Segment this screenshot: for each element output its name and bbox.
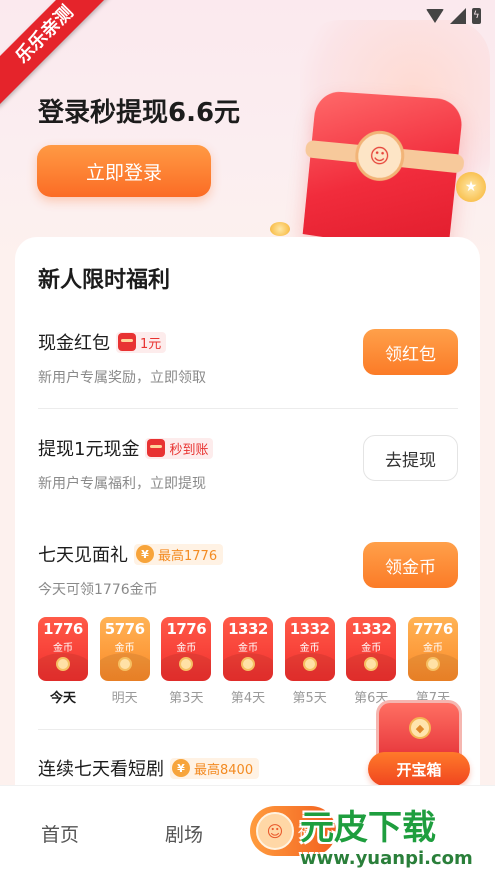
divider: [38, 408, 458, 409]
red-packet-icon: [147, 439, 166, 457]
day-reward[interactable]: 5776 金币 明天: [99, 617, 150, 706]
reward-badge: ¥ 最高1776: [134, 543, 224, 565]
task-name: 连续七天看短剧: [38, 759, 164, 780]
seven-day-rewards: 1776 金币 今天 5776 金币 明天 1776 金币 第3天 1332 金…: [38, 617, 458, 706]
task-name: 提现1元现金: [38, 439, 140, 460]
welfare-icon: ☺: [256, 812, 294, 850]
task-cash-red-packet: 现金红包 1元 新用户专属奖励，立即领取 领红包: [38, 329, 458, 387]
coin-icon: ★: [456, 172, 486, 202]
coin-icon: ¥: [172, 759, 190, 777]
day-reward[interactable]: 1332 金币 第6天: [346, 617, 397, 706]
signal-icon: [450, 8, 466, 24]
red-envelope-icon: 1332 金币: [284, 617, 335, 681]
task-seven-day-gift: 七天见面礼 ¥ 最高1776 今天可领1776金币 领金币: [38, 541, 458, 599]
day-label: 明天: [111, 691, 138, 706]
tab-theater[interactable]: 剧场: [165, 820, 203, 847]
chest-lock-icon: ◆: [409, 717, 431, 739]
treasure-chest-widget[interactable]: ◆ 开宝箱: [368, 700, 470, 790]
day-label: 第4天: [230, 691, 266, 706]
day-reward[interactable]: 1776 金币 今天: [38, 617, 88, 706]
wifi-icon: [426, 9, 444, 23]
task-name: 七天见面礼: [38, 545, 128, 566]
red-envelope-icon: 1332 金币: [346, 617, 397, 681]
hero-title: 登录秒提现6.6元: [38, 98, 241, 128]
claim-coins-button[interactable]: 领金币: [363, 542, 458, 588]
task-withdraw-cash: 提现1元现金 秒到账 新用户专属福利，立即提现 去提现: [38, 435, 458, 493]
day-reward[interactable]: 1332 金币 第5天: [284, 617, 335, 706]
red-envelope-icon: 1776 金币: [38, 617, 88, 681]
red-packet-icon: [118, 333, 136, 351]
status-bar: [426, 8, 481, 24]
withdraw-button[interactable]: 去提现: [363, 435, 458, 481]
claim-red-packet-button[interactable]: 领红包: [363, 329, 458, 375]
day-reward[interactable]: 7776 金币 第7天: [407, 617, 458, 706]
coin-icon: ¥: [136, 545, 154, 563]
red-envelope-icon: 1332 金币: [222, 617, 273, 681]
tab-home[interactable]: 首页: [41, 820, 79, 847]
day-reward[interactable]: 1332 金币 第4天: [222, 617, 273, 706]
day-label: 今天: [49, 691, 76, 706]
day-label: 第5天: [292, 691, 327, 706]
envelope-seal-icon: ☺: [353, 128, 407, 184]
gold-envelope-icon: 7776 金币: [407, 617, 458, 681]
card-title: 新人限时福利: [38, 268, 171, 293]
gold-envelope-icon: 5776 金币: [99, 617, 150, 681]
open-chest-button[interactable]: 开宝箱: [368, 752, 470, 786]
reward-badge: ¥ 最高8400: [170, 757, 260, 779]
day-label: 第3天: [169, 691, 204, 706]
login-button[interactable]: 立即登录: [37, 145, 211, 197]
reward-badge: 秒到账: [145, 437, 214, 459]
reward-badge: 1元: [116, 331, 167, 353]
task-name: 现金红包: [38, 333, 110, 354]
red-envelope-illustration: ☺: [302, 90, 465, 256]
site-watermark: 元皮下载 www.yuanpi.com: [300, 808, 473, 869]
day-reward[interactable]: 1776 金币 第3天: [161, 617, 212, 706]
battery-icon: [472, 8, 481, 24]
red-envelope-icon: 1776 金币: [161, 617, 212, 681]
coin-icon: [270, 222, 290, 236]
